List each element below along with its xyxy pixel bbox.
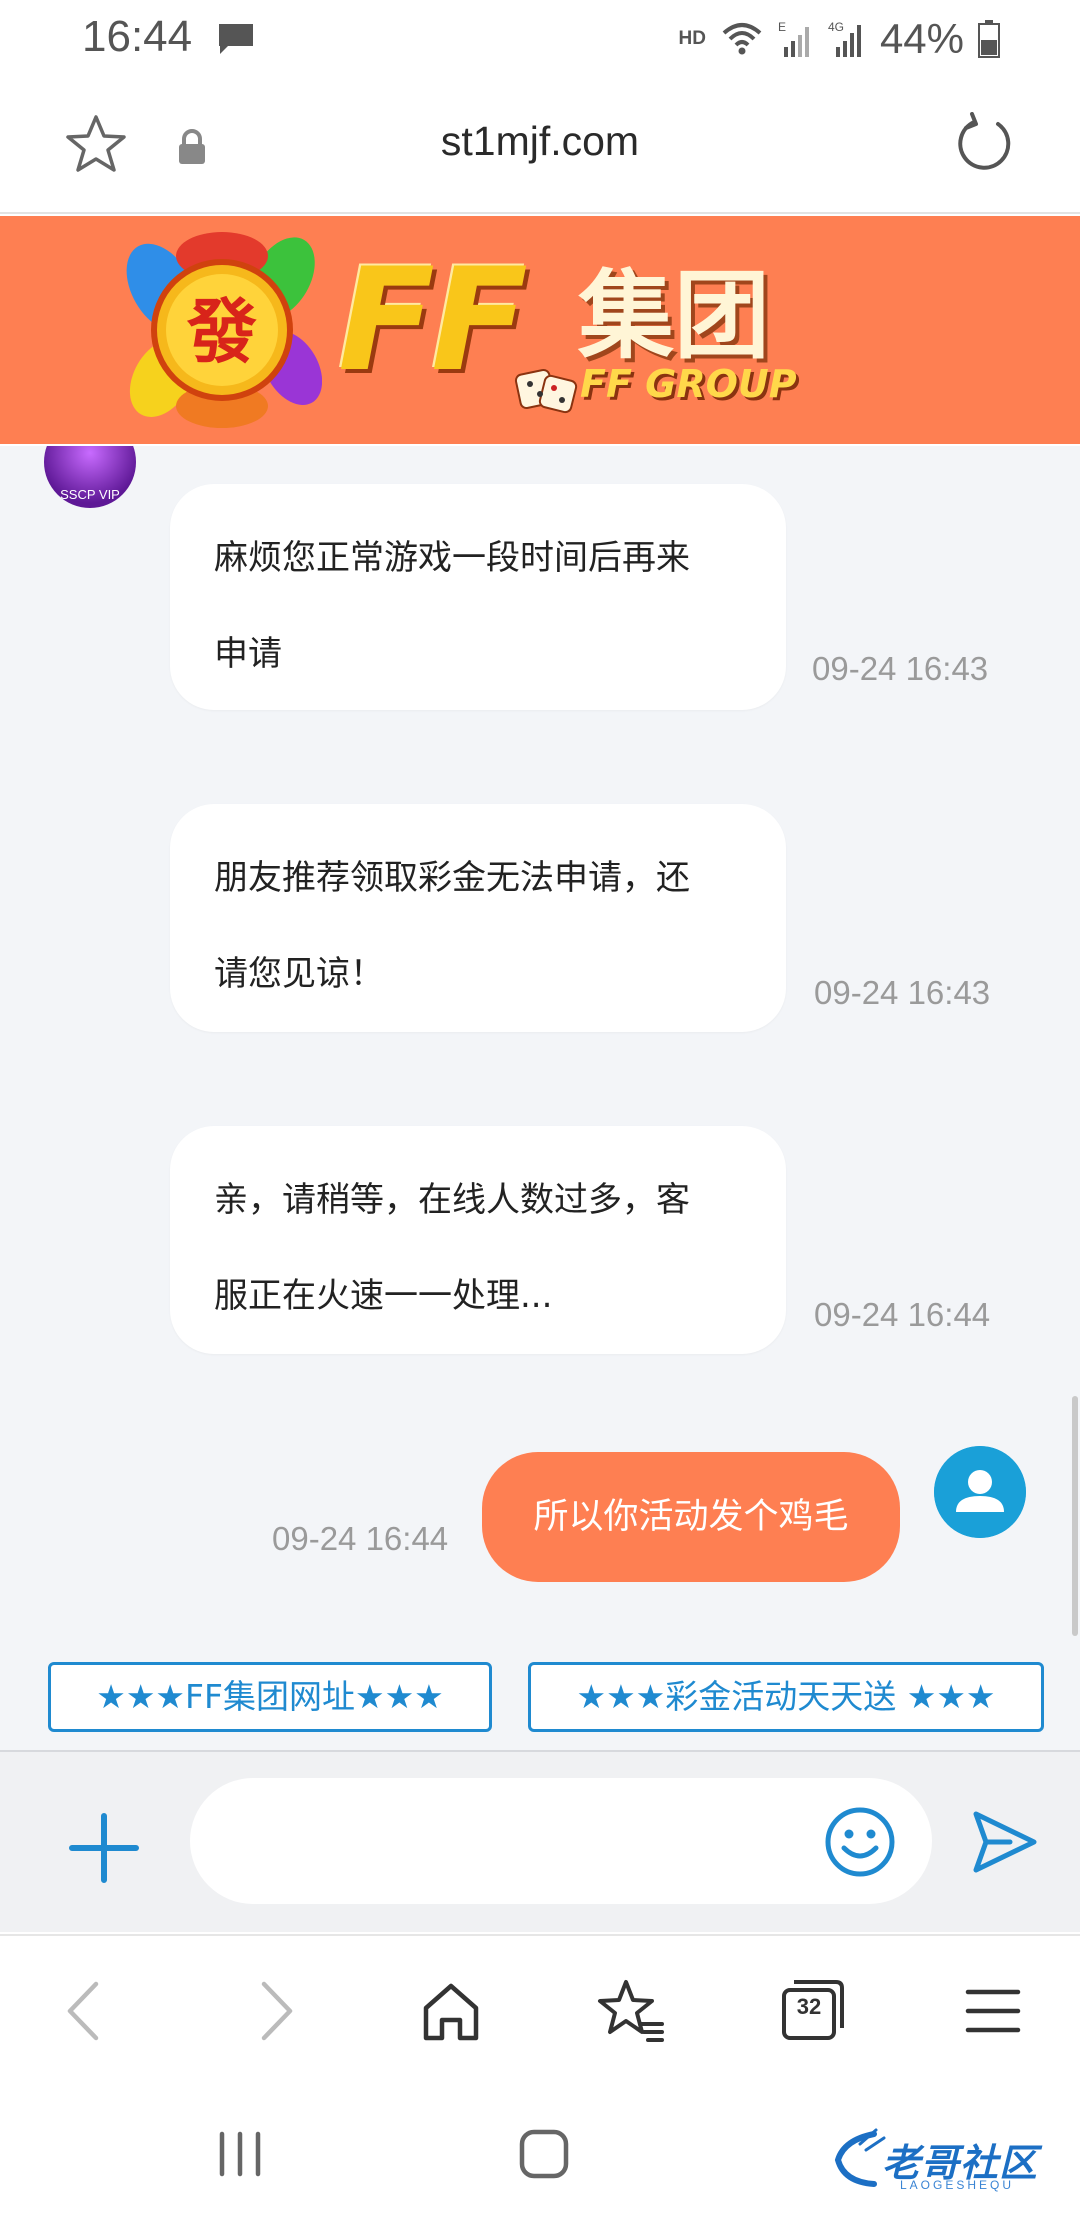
logo-ff-text: FF [338,238,528,403]
ff-group-banner: 發 FF 集团 FF GROUP [0,216,1080,444]
send-icon[interactable] [970,1808,1040,1876]
message-time: 09-24 16:44 [272,1520,449,1557]
battery-icon [978,20,1000,58]
message-icon [219,24,253,54]
dragon-icon [834,2128,886,2187]
recent-apps-icon[interactable] [210,2124,270,2184]
message-line: 所以你活动发个鸡毛 [533,1497,849,1537]
url-text[interactable]: st1mjf.com [0,118,1080,165]
signal-e-icon: E [778,20,809,57]
screen: 16:44 HD E 4G 44% st1mjf.com 發 FF 集团 FF … [0,0,1080,2220]
status-icons: HD E 4G 44% [678,14,1000,64]
agent-avatar-caption: SSCP VIP [60,487,120,502]
plus-icon[interactable] [68,1812,140,1884]
message-time: 09-24 16:44 [814,1296,991,1333]
home-nav-icon[interactable] [514,2124,574,2184]
message-input[interactable] [190,1778,932,1904]
address-bar: st1mjf.com [0,80,1080,214]
incoming-message-bubble: 麻烦您正常游戏一段时间后再来 申请 [170,484,786,710]
watermark-subtext: LAOGESHEQU [900,2178,1015,2192]
logo-en-text: FF GROUP [580,362,797,406]
quick-links: ★★★FF集团网址★★★ ★★★彩金活动天天送 ★★★ [0,1640,1080,1750]
logo-char: 發 [186,291,257,373]
svg-text:E: E [778,20,786,34]
message-time: 09-24 16:43 [814,974,991,1011]
message-line: 申请 [214,634,282,674]
message-line: 服正在火速一一处理... [214,1276,553,1316]
quick-link-bonus[interactable]: ★★★彩金活动天天送 ★★★ [528,1662,1044,1732]
hd-icon: HD [678,28,706,49]
wifi-icon [722,23,762,55]
quick-link-ff-site[interactable]: ★★★FF集团网址★★★ [48,1662,492,1732]
message-line: 请您见谅！ [214,954,384,994]
system-nav-bar: 老哥社区 LAOGESHEQU [0,2084,1080,2220]
bookmarks-icon[interactable] [596,1976,666,2046]
signal-4g-icon: 4G [828,20,861,57]
chat-scrollbar[interactable] [1072,1396,1078,1636]
forward-icon[interactable] [238,1976,308,2046]
message-line: 亲，请稍等，在线人数过多，客 [214,1180,690,1220]
home-icon[interactable] [416,1976,486,2046]
message-input-bar [0,1750,1080,1932]
message-line: 朋友推荐领取彩金无法申请，还 [214,858,690,898]
user-avatar-icon [934,1446,1026,1538]
incoming-message-bubble: 亲，请稍等，在线人数过多，客 服正在火速一一处理... [170,1126,786,1354]
incoming-message-bubble: 朋友推荐领取彩金无法申请，还 请您见谅！ [170,804,786,1032]
svg-text:4G: 4G [828,20,844,34]
logo-cn-text: 集团 [578,260,770,372]
browser-toolbar: 32 [0,1934,1080,2084]
reload-icon[interactable] [952,112,1016,176]
dice-icon [514,368,578,414]
back-icon[interactable] [52,1976,122,2046]
watermark-logo: 老哥社区 LAOGESHEQU [830,2124,1070,2204]
status-bar: 16:44 HD E 4G 44% [0,0,1080,80]
menu-icon[interactable] [958,1976,1028,2046]
outgoing-message-bubble: 所以你活动发个鸡毛 [482,1452,900,1582]
tabs-button[interactable]: 32 [778,1976,848,2046]
message-time: 09-24 16:43 [812,650,989,687]
chat-messages[interactable]: SSCP VIP 麻烦您正常游戏一段时间后再来 申请 09-24 16:43 朋… [0,446,1080,1640]
tabs-count: 32 [796,1994,822,2019]
agent-avatar: SSCP VIP [44,446,136,508]
logo-emblem: 發 [126,232,322,428]
message-line: 麻烦您正常游戏一段时间后再来 [214,538,690,578]
status-time: 16:44 [82,12,193,61]
battery-percent: 44% [879,15,964,62]
emoji-icon[interactable] [824,1806,896,1878]
